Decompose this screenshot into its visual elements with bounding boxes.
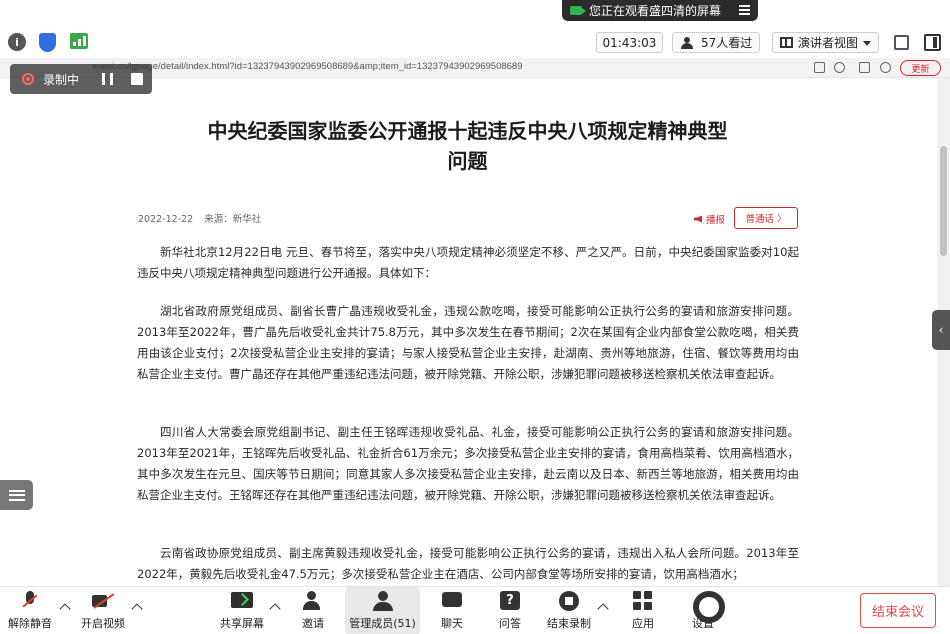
share-icon[interactable] [814,62,825,73]
list-panel-button[interactable] [0,480,33,510]
banner-text: 您正在观看盛四清的屏幕 [589,4,722,18]
apps-icon [632,590,654,612]
meeting-top-bar: 您正在观看盛四清的屏幕 i 01:43:03 57人看过 演讲者视图 [0,0,950,58]
tab-icon[interactable] [859,62,870,73]
article-paragraph-4: 云南省政协原党组成员、副主席黄毅违规收受礼金，接受可能影响公正执行公务的宴请，违… [137,546,799,581]
url-text[interactable]: xuexi.cn/lgpage/detail/index.html?id=132… [92,61,523,72]
shield-icon[interactable] [39,33,56,52]
meeting-window: 您正在观看盛四清的屏幕 i 01:43:03 57人看过 演讲者视图 xuexi… [0,0,950,634]
gear-icon [692,590,725,623]
article-date: 2022-12-22 [138,214,194,225]
chat-label: 聊天 [441,617,463,630]
article-paragraph-1: 新华社北京12月22日电 元旦、春节将至，落实中央八项规定精神必须坚定不移、严之… [137,245,799,280]
question-icon [499,590,521,612]
audio-options-caret-icon[interactable] [59,603,71,615]
meeting-toolbar: 解除静音 开启视频 共享屏幕 邀请 管理成员(51) 聊天 问答 [0,586,950,634]
article-page: 中央纪委国家监委公开通报十起违反中央八项规定精神典型 问题 2022-12-22… [0,78,936,586]
meeting-timer: 01:43:03 [596,32,663,53]
menu-icon[interactable] [739,5,750,15]
unmute-label: 解除静音 [8,617,52,630]
unmute-button[interactable]: 解除静音 [6,587,54,634]
apps-label: 应用 [632,617,654,630]
invite-icon [302,590,324,612]
camera-off-icon [92,590,114,612]
end-recording-label: 结束录制 [547,617,591,630]
stop-recording-icon [558,590,580,612]
start-video-label: 开启视频 [81,617,125,630]
audio-label: 播报 [706,215,726,226]
layout-icon [780,37,793,48]
speaker-icon [694,215,702,223]
microphone-muted-icon [19,590,41,612]
end-recording-button[interactable]: 结束录制 [545,587,593,634]
scrollbar-thumb[interactable] [940,146,947,256]
viewer-count: 57人看过 [701,36,753,50]
recording-options-caret-icon[interactable] [597,603,609,615]
screen-share-banner: 您正在观看盛四清的屏幕 [562,0,758,21]
chevron-down-icon [863,41,871,46]
manage-members-button[interactable]: 管理成员(51) [345,587,420,634]
signal-icon[interactable] [70,33,88,49]
audio-play-button[interactable]: 播报 [694,212,725,226]
share-screen-button[interactable]: 共享屏幕 [218,587,266,634]
qa-button[interactable]: 问答 [494,587,526,634]
title-line-1: 中央纪委国家监委公开通报十起违反中央八项规定精神典型 [207,119,728,143]
viewer-count-button[interactable]: 57人看过 [672,32,760,53]
members-icon [372,590,394,612]
star-icon[interactable] [834,62,845,73]
title-line-2: 问题 [447,149,488,173]
article-meta: 2022-12-22 来源：新华社 [138,211,261,225]
chevron-left-icon: ‹ [938,323,944,337]
people-icon [681,36,695,49]
article-paragraph-3: 四川省人大常委会原党组副书记、副主任王铭晖违规收受礼品、礼金，接受可能影响公正执… [137,425,799,502]
article-source: 来源：新华社 [204,214,262,225]
collapse-panel-button[interactable]: ‹ [932,310,950,350]
apps-button[interactable]: 应用 [627,587,659,634]
invite-label: 邀请 [302,617,324,630]
article-title: 中央纪委国家监委公开通报十起违反中央八项规定精神典型 问题 [180,116,755,176]
sidebar-toggle-icon[interactable] [924,34,941,51]
info-icon[interactable]: i [8,33,26,51]
end-meeting-button[interactable]: 结束会议 [860,593,936,628]
mandarin-voice-button[interactable]: 普通话 〉 [734,207,798,229]
update-button[interactable]: 更新 [900,60,941,76]
settings-button[interactable]: 设置 [687,587,725,634]
manage-members-label: 管理成员(51) [349,617,416,630]
share-screen-icon [231,590,253,612]
profile-icon[interactable] [880,62,891,73]
article-paragraph-2: 湖北省政府原党组成员、副省长曹广晶违规收受礼金，违规公款吃喝，接受可能影响公正执… [137,304,799,381]
chat-button[interactable]: 聊天 [436,587,468,634]
fullscreen-icon[interactable] [894,35,909,50]
invite-button[interactable]: 邀请 [296,587,330,634]
camera-icon [570,6,586,15]
view-mode-dropdown[interactable]: 演讲者视图 [772,32,879,53]
chat-icon [441,590,463,612]
qa-label: 问答 [499,617,521,630]
start-video-button[interactable]: 开启视频 [78,587,128,634]
view-mode-label: 演讲者视图 [798,36,859,50]
share-options-caret-icon[interactable] [269,603,281,615]
video-options-caret-icon[interactable] [131,603,143,615]
list-icon [8,489,25,501]
share-screen-label: 共享屏幕 [220,617,264,630]
